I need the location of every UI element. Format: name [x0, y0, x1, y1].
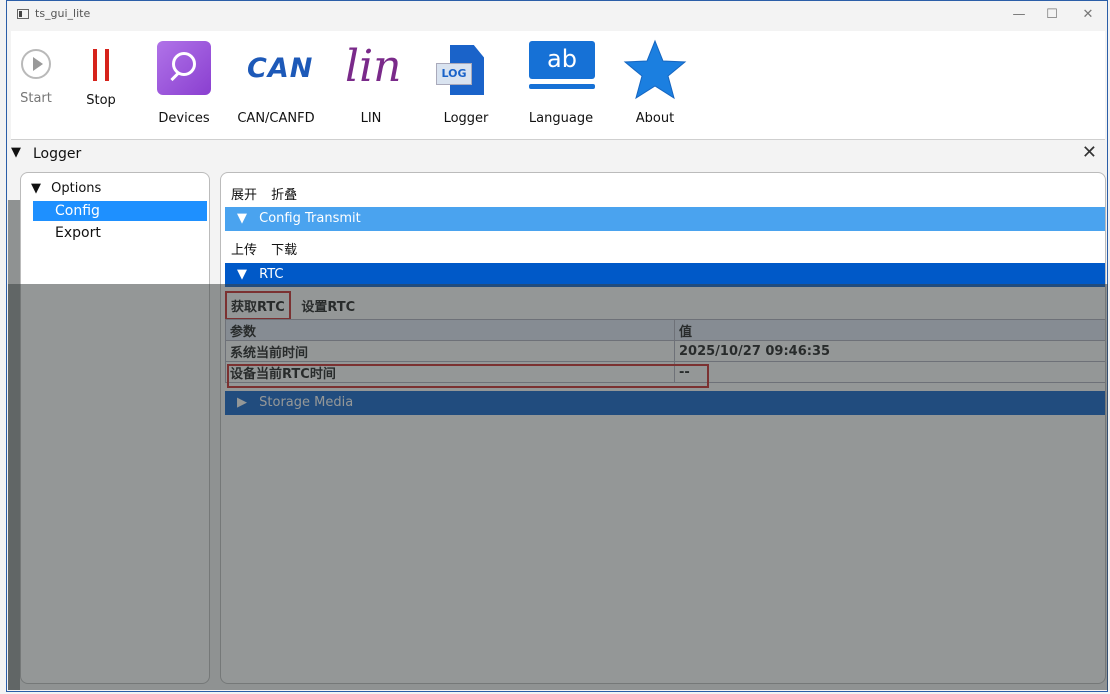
rtc-table: 参数 值 系统当前时间 2025/10/27 09:46:35 设备当前RTC时… — [225, 319, 1105, 383]
storage-media-section[interactable]: ▶ Storage Media — [225, 391, 1105, 415]
lin-label[interactable]: LIN — [341, 111, 401, 126]
table-cell: 系统当前时间 — [225, 340, 675, 362]
devices-icon[interactable] — [157, 41, 211, 95]
stop-label: Stop — [86, 93, 116, 108]
storage-media-title: Storage Media — [259, 395, 354, 410]
logger-tag: LOG — [436, 63, 472, 85]
about-label[interactable]: About — [625, 111, 685, 126]
play-icon — [21, 49, 51, 79]
stop-button[interactable]: Stop — [71, 31, 131, 131]
logger-panel-title: Logger — [33, 146, 82, 162]
table-cell: 设备当前RTC时间 — [225, 361, 675, 383]
window-title: ts_gui_lite — [35, 7, 91, 20]
can-icon[interactable]: CAN — [247, 53, 313, 84]
table-row[interactable]: 系统当前时间 2025/10/27 09:46:35 — [225, 340, 1105, 362]
options-sidebar: ▼ Options Config Export — [20, 172, 210, 684]
expand-link[interactable]: 展开 — [231, 188, 257, 203]
table-cell: 2025/10/27 09:46:35 — [674, 340, 1105, 362]
collapse-triangle-icon[interactable]: ▼ — [11, 145, 21, 160]
upload-download-row: 上传 下载 — [231, 239, 307, 258]
column-header-param: 参数 — [225, 319, 675, 341]
config-main-panel: 展开 折叠 ▼ Config Transmit 上传 下载 ▼ RTC 获取RT… — [220, 172, 1106, 684]
tree-expand-icon[interactable]: ▼ — [31, 181, 41, 196]
set-rtc-button[interactable]: 设置RTC — [297, 293, 359, 318]
main-toolbar: Start Stop Devices CAN CAN/CANFD lin LIN… — [11, 31, 1105, 140]
config-transmit-section[interactable]: ▼ Config Transmit — [225, 207, 1105, 231]
logger-panel-header[interactable]: ▼ Logger ✕ — [7, 142, 1101, 166]
language-icon[interactable]: ab — [529, 41, 595, 93]
devices-label[interactable]: Devices — [141, 111, 227, 126]
collapse-link[interactable]: 折叠 — [271, 188, 297, 203]
table-row[interactable]: 设备当前RTC时间 -- — [225, 361, 1105, 383]
rtc-section[interactable]: ▼ RTC — [225, 263, 1105, 287]
can-canfd-label[interactable]: CAN/CANFD — [221, 111, 331, 126]
table-cell: -- — [674, 361, 1105, 383]
sidebar-item-export[interactable]: Export — [33, 223, 207, 243]
get-rtc-button[interactable]: 获取RTC — [225, 291, 291, 320]
app-icon — [17, 9, 29, 19]
config-transmit-title: Config Transmit — [259, 211, 361, 226]
start-button[interactable]: Start — [11, 31, 61, 131]
language-icon-bar — [529, 84, 595, 89]
logger-label[interactable]: Logger — [431, 111, 501, 126]
language-label[interactable]: Language — [516, 111, 606, 126]
rtc-button-row: 获取RTC 设置RTC — [225, 291, 361, 320]
upload-link[interactable]: 上传 — [231, 243, 257, 258]
lin-icon[interactable]: lin — [345, 41, 401, 92]
table-header-row: 参数 值 — [225, 319, 1105, 341]
rtc-title: RTC — [259, 267, 284, 282]
section-expanded-icon: ▼ — [237, 211, 247, 226]
language-icon-text: ab — [529, 41, 595, 79]
sidebar-item-config[interactable]: Config — [33, 201, 207, 221]
dim-overlay-left — [8, 200, 20, 690]
pause-icon — [91, 49, 113, 81]
maximize-button[interactable]: ☐ — [1037, 5, 1067, 25]
download-link[interactable]: 下载 — [271, 243, 297, 258]
logger-icon[interactable]: LOG — [436, 45, 486, 97]
title-bar: ts_gui_lite — ☐ ✕ — [7, 1, 1107, 29]
close-window-button[interactable]: ✕ — [1073, 5, 1103, 25]
tree-root-options[interactable]: ▼ Options — [31, 181, 101, 196]
expand-collapse-row: 展开 折叠 — [231, 184, 307, 203]
minimize-button[interactable]: — — [1004, 5, 1034, 25]
tree-root-label: Options — [51, 181, 102, 196]
section-collapsed-icon: ▶ — [237, 395, 247, 410]
column-header-value: 值 — [674, 319, 1105, 341]
close-panel-icon[interactable]: ✕ — [1082, 142, 1097, 163]
star-icon[interactable] — [623, 39, 687, 101]
rtc-expand-icon: ▼ — [237, 267, 247, 282]
